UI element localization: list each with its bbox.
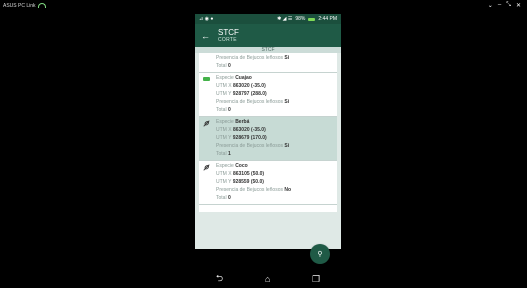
toolbar-subtitle: CORTE xyxy=(218,37,237,43)
phone-screen: ⊿ ◉ ● ✱ ◢ ☰ 98% 2:44 PM ← STCF CORTE STC… xyxy=(195,14,341,288)
status-bar: ⊿ ◉ ● ✱ ◢ ☰ 98% 2:44 PM xyxy=(195,14,341,24)
presence-label: Presencia de Bejucos leñosos xyxy=(216,143,283,149)
utmy-line: UTM Y 928797 (288.0) xyxy=(216,90,337,98)
presence-line: Presencia de Bejucos leñosos Si xyxy=(216,54,337,62)
total-label: Total xyxy=(216,151,227,157)
utmx-label: UTM X xyxy=(216,171,232,177)
presence-value: Si xyxy=(284,143,290,149)
especie-value: Coco xyxy=(235,163,248,169)
especie-label: Especie xyxy=(216,75,234,81)
especie-line: Especie Coco xyxy=(216,162,337,170)
back-arrow-icon[interactable]: ← xyxy=(201,31,210,41)
utmx-label: UTM X xyxy=(216,83,232,89)
utmx-label: UTM X xyxy=(216,127,232,133)
close-button[interactable]: ✕ xyxy=(516,2,521,9)
notification-icons: ⊿ ◉ ● xyxy=(199,16,214,22)
window-controls: ⌄ – ⤡ ✕ xyxy=(488,2,521,9)
utmy-value: 928559 (50.0) xyxy=(232,179,264,185)
total-value: 1 xyxy=(227,151,231,157)
utmx-line: UTM X 863020 (-35.0) xyxy=(216,82,337,90)
total-line: Total 0 xyxy=(216,62,337,70)
especie-value: Cuajao xyxy=(235,75,252,81)
leaf-icon xyxy=(203,120,210,130)
utmy-line: UTM Y 928679 (170.0) xyxy=(216,134,337,142)
window-title: ASUS PC Link xyxy=(3,3,46,9)
list-item-partial[interactable] xyxy=(199,205,337,212)
toolbar-title: STCF xyxy=(218,28,239,37)
nav-back-button[interactable]: ⮌ xyxy=(216,271,223,287)
android-nav-bar: ⮌ ⌂ ❐ xyxy=(195,270,341,288)
presence-line: Presencia de Bejucos leñosos No xyxy=(216,186,337,194)
toolbar-titles: STCF CORTE xyxy=(218,28,239,43)
utmx-line: UTM X 863020 (-35.0) xyxy=(216,126,337,134)
total-label: Total xyxy=(216,195,227,201)
link-icon xyxy=(37,3,46,9)
presence-line: Presencia de Bejucos leñosos Si xyxy=(216,142,337,150)
tree-list[interactable]: Presencia de Bejucos leñosos Si Total 0 … xyxy=(195,53,341,249)
total-value: 0 xyxy=(227,195,231,201)
nav-home-button[interactable]: ⌂ xyxy=(265,274,270,284)
especie-line: Especie Cuajao xyxy=(216,74,337,82)
especie-value: Berbá xyxy=(235,119,250,125)
total-value: 0 xyxy=(227,63,231,69)
utmy-value: 928679 (170.0) xyxy=(232,135,267,141)
especie-label: Especie xyxy=(216,163,234,169)
especie-line: Especie Berbá xyxy=(216,118,337,126)
utmy-value: 928797 (288.0) xyxy=(232,91,267,97)
total-label: Total xyxy=(216,107,227,113)
total-line: Total 0 xyxy=(216,194,337,202)
list-item[interactable]: Especie Cuajao UTM X 863020 (-35.0) UTM … xyxy=(199,73,337,117)
resize-button[interactable]: ⤡ xyxy=(506,2,511,9)
total-line: Total 0 xyxy=(216,106,337,114)
green-badge-icon xyxy=(203,76,210,84)
total-line: Total 1 xyxy=(216,150,337,158)
map-pin-button[interactable]: ⚲ xyxy=(310,244,330,264)
utmx-value: 863020 (-35.0) xyxy=(232,127,266,133)
list-item[interactable]: Presencia de Bejucos leñosos Si Total 0 xyxy=(199,53,337,73)
presence-line: Presencia de Bejucos leñosos Si xyxy=(216,98,337,106)
leaf-icon xyxy=(203,164,210,174)
presence-value: Si xyxy=(284,55,290,61)
minimize-button[interactable]: – xyxy=(498,2,501,9)
clock: 2:44 PM xyxy=(318,16,337,22)
battery-icon xyxy=(308,17,316,21)
presence-value: Si xyxy=(284,99,290,105)
utmx-value: 863020 (-35.0) xyxy=(232,83,266,89)
battery-percent: 98% xyxy=(295,16,306,22)
window-title-text: ASUS PC Link xyxy=(3,3,36,9)
list-item[interactable]: Especie Coco UTM X 863105 (50.0) UTM Y 9… xyxy=(199,161,337,205)
map-pin-icon: ⚲ xyxy=(317,251,323,258)
presence-value: No xyxy=(284,187,292,193)
total-value: 0 xyxy=(227,107,231,113)
utmy-label: UTM Y xyxy=(216,135,232,141)
collapse-button[interactable]: ⌄ xyxy=(488,2,493,9)
presence-label: Presencia de Bejucos leñosos xyxy=(216,99,283,105)
utmx-value: 863105 (50.0) xyxy=(232,171,265,177)
nav-recents-button[interactable]: ❐ xyxy=(312,274,320,285)
signal-icons: ✱ ◢ ☰ xyxy=(277,16,293,22)
utmy-label: UTM Y xyxy=(216,179,232,185)
presence-label: Presencia de Bejucos leñosos xyxy=(216,55,283,61)
especie-label: Especie xyxy=(216,119,234,125)
utmx-line: UTM X 863105 (50.0) xyxy=(216,170,337,178)
app-toolbar: ← STCF CORTE xyxy=(195,24,341,47)
utmy-label: UTM Y xyxy=(216,91,232,97)
list-item[interactable]: Especie Berbá UTM X 863020 (-35.0) UTM Y… xyxy=(199,117,337,161)
utmy-line: UTM Y 928559 (50.0) xyxy=(216,178,337,186)
total-label: Total xyxy=(216,63,227,69)
presence-label: Presencia de Bejucos leñosos xyxy=(216,187,283,193)
